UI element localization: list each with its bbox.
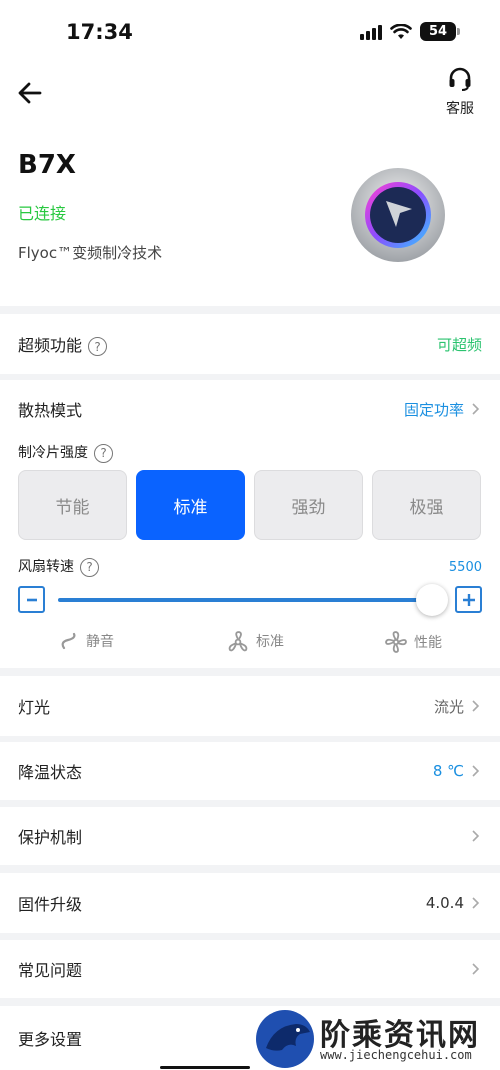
decrease-button[interactable] [18, 586, 45, 613]
device-header: 客服 B7X 已连接 Flyoc™变频制冷技术 [0, 66, 500, 306]
chevron-right-icon [472, 700, 480, 712]
firmware-version: 4.0.4 [425, 894, 464, 912]
increase-button[interactable] [455, 586, 482, 613]
home-indicator [160, 1066, 250, 1069]
back-arrow-icon[interactable] [14, 78, 46, 108]
headset-icon [449, 67, 471, 91]
cooling-status-row[interactable]: 降温状态 8 ℃ [0, 742, 500, 800]
minus-icon [26, 598, 37, 601]
help-icon[interactable]: ? [80, 557, 99, 577]
technology-label: Flyoc™变频制冷技术 [18, 244, 163, 262]
fan-preset-standard[interactable]: 标准 [226, 630, 284, 652]
fan-standard-icon [228, 631, 248, 652]
eagle-logo-icon [256, 1010, 314, 1068]
fan-speed-label: 风扇转速? [18, 556, 99, 577]
lighting-value: 流光 [433, 697, 464, 716]
help-icon[interactable]: ? [88, 337, 108, 356]
status-time: 17:34 [66, 20, 133, 44]
cooling-status-value: 8 ℃ [432, 762, 464, 780]
signal-icon [360, 24, 382, 40]
watermark-url: www.jiechengcehui.com [320, 1048, 472, 1062]
protection-row[interactable]: 保护机制 [0, 807, 500, 865]
cooling-mode-value: 固定功率 [403, 400, 464, 419]
plus-icon [462, 593, 475, 606]
fan-preset-performance[interactable]: 性能 [384, 630, 442, 654]
overclock-label: 超频功能? [18, 332, 437, 356]
watermark: 阶乘资讯网 www.jiechengcehui.com [250, 1006, 500, 1070]
mode-button-extreme[interactable]: 极强 [372, 470, 481, 540]
slider-track[interactable] [58, 598, 432, 602]
cooling-status-label: 降温状态 [18, 763, 83, 782]
slider-thumb[interactable] [416, 584, 448, 616]
fan-presets: 静音 标准 性能 [0, 630, 500, 654]
fan-speed-value: 5500 [448, 560, 482, 575]
firmware-label: 固件升级 [18, 895, 83, 914]
status-icons: 54 [360, 22, 460, 41]
device-image [351, 168, 445, 262]
firmware-row[interactable]: 固件升级 4.0.4 [0, 873, 500, 933]
fan-silent-icon [61, 632, 76, 650]
wifi-icon [390, 23, 412, 39]
fan-speed-slider[interactable] [18, 584, 482, 616]
help-icon[interactable]: ? [94, 443, 113, 463]
chevron-right-icon [472, 403, 480, 415]
battery-icon: 54 [420, 22, 460, 41]
fan-preset-silent[interactable]: 静音 [58, 630, 114, 652]
chevron-right-icon [472, 897, 480, 909]
cooling-mode-label: 散热模式 [18, 401, 83, 420]
cooling-card: 散热模式 固定功率 制冷片强度? 节能 标准 强劲 极强 风扇转速? 5500 … [0, 380, 500, 668]
faq-row[interactable]: 常见问题 [0, 940, 500, 998]
mode-button-strong[interactable]: 强劲 [254, 470, 363, 540]
device-name: B7X [18, 150, 76, 180]
lighting-row[interactable]: 灯光 流光 [0, 676, 500, 736]
protection-label: 保护机制 [18, 828, 83, 847]
status-bar: 17:34 54 [0, 0, 500, 66]
chevron-right-icon [472, 963, 480, 975]
overclock-value: 可超频 [436, 335, 482, 354]
fan-performance-icon [385, 631, 407, 653]
chevron-right-icon [472, 830, 480, 842]
faq-label: 常见问题 [18, 961, 83, 980]
customer-service-button[interactable]: 客服 [442, 66, 478, 118]
connection-status: 已连接 [18, 204, 67, 223]
mode-button-standard[interactable]: 标准 [136, 470, 245, 540]
overclock-row[interactable]: 超频功能? 可超频 [0, 314, 500, 374]
mode-button-eco[interactable]: 节能 [18, 470, 127, 540]
chevron-right-icon [472, 765, 480, 777]
strength-label: 制冷片强度? [18, 442, 113, 463]
lighting-label: 灯光 [18, 698, 51, 717]
strength-buttons: 节能 标准 强劲 极强 [18, 470, 481, 540]
cooling-mode-row[interactable]: 散热模式 固定功率 [0, 380, 500, 438]
service-label: 客服 [446, 101, 474, 117]
